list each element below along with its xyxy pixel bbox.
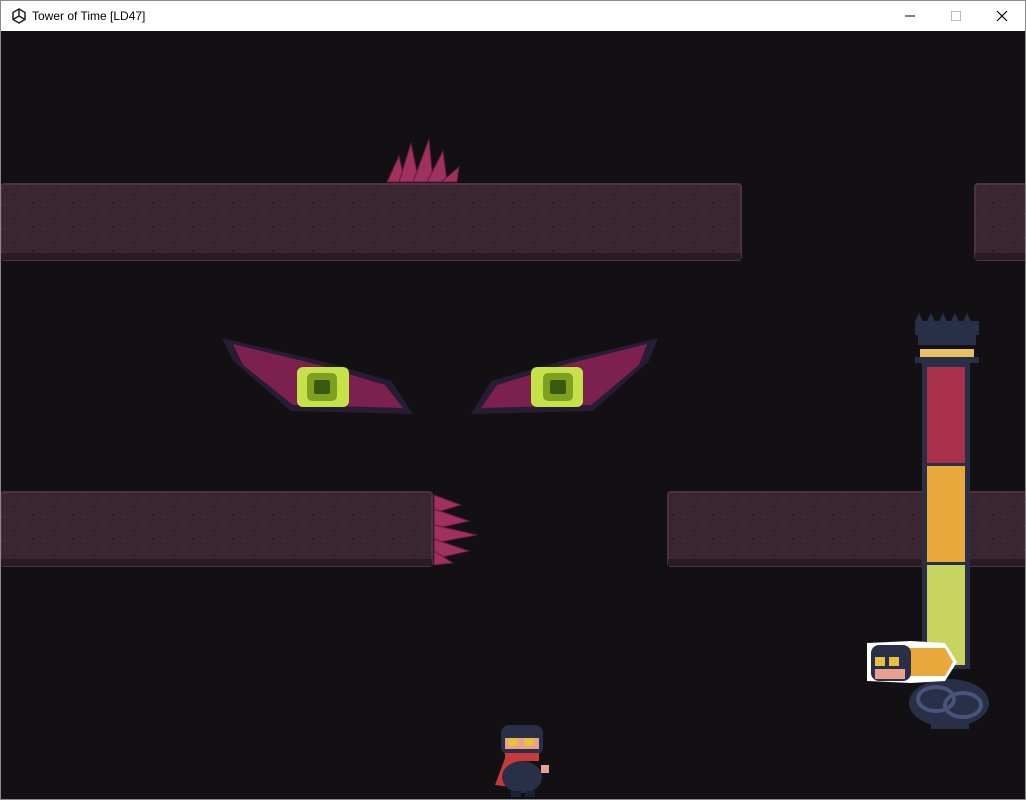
platform-middle-right — [667, 491, 1025, 567]
game-window: Tower of Time [LD47] — [0, 0, 1026, 800]
unity-icon — [11, 8, 27, 24]
crystal-spike-top — [386, 138, 460, 183]
meter-segment-red — [927, 367, 965, 463]
meter-player-marker — [867, 641, 957, 683]
minimize-icon — [905, 15, 915, 17]
title-bar[interactable]: Tower of Time [LD47] — [1, 1, 1025, 31]
platform-top-right — [974, 183, 1025, 261]
crown-icon — [915, 313, 979, 363]
close-button[interactable] — [979, 1, 1025, 31]
meter-base-knot-icon — [909, 679, 989, 729]
crystal-spike-side — [433, 494, 478, 566]
left-eye — [222, 338, 413, 414]
right-eye — [471, 338, 658, 414]
platform-top-left — [1, 183, 742, 261]
window-title: Tower of Time [LD47] — [32, 9, 146, 23]
maximize-button[interactable] — [933, 1, 979, 31]
player-character — [495, 725, 549, 797]
meter-segment-yellow — [927, 466, 965, 562]
close-icon — [996, 10, 1008, 22]
minimize-button[interactable] — [887, 1, 933, 31]
game-viewport[interactable] — [1, 31, 1025, 799]
maximize-icon — [951, 11, 961, 21]
platform-middle-left — [1, 491, 433, 567]
